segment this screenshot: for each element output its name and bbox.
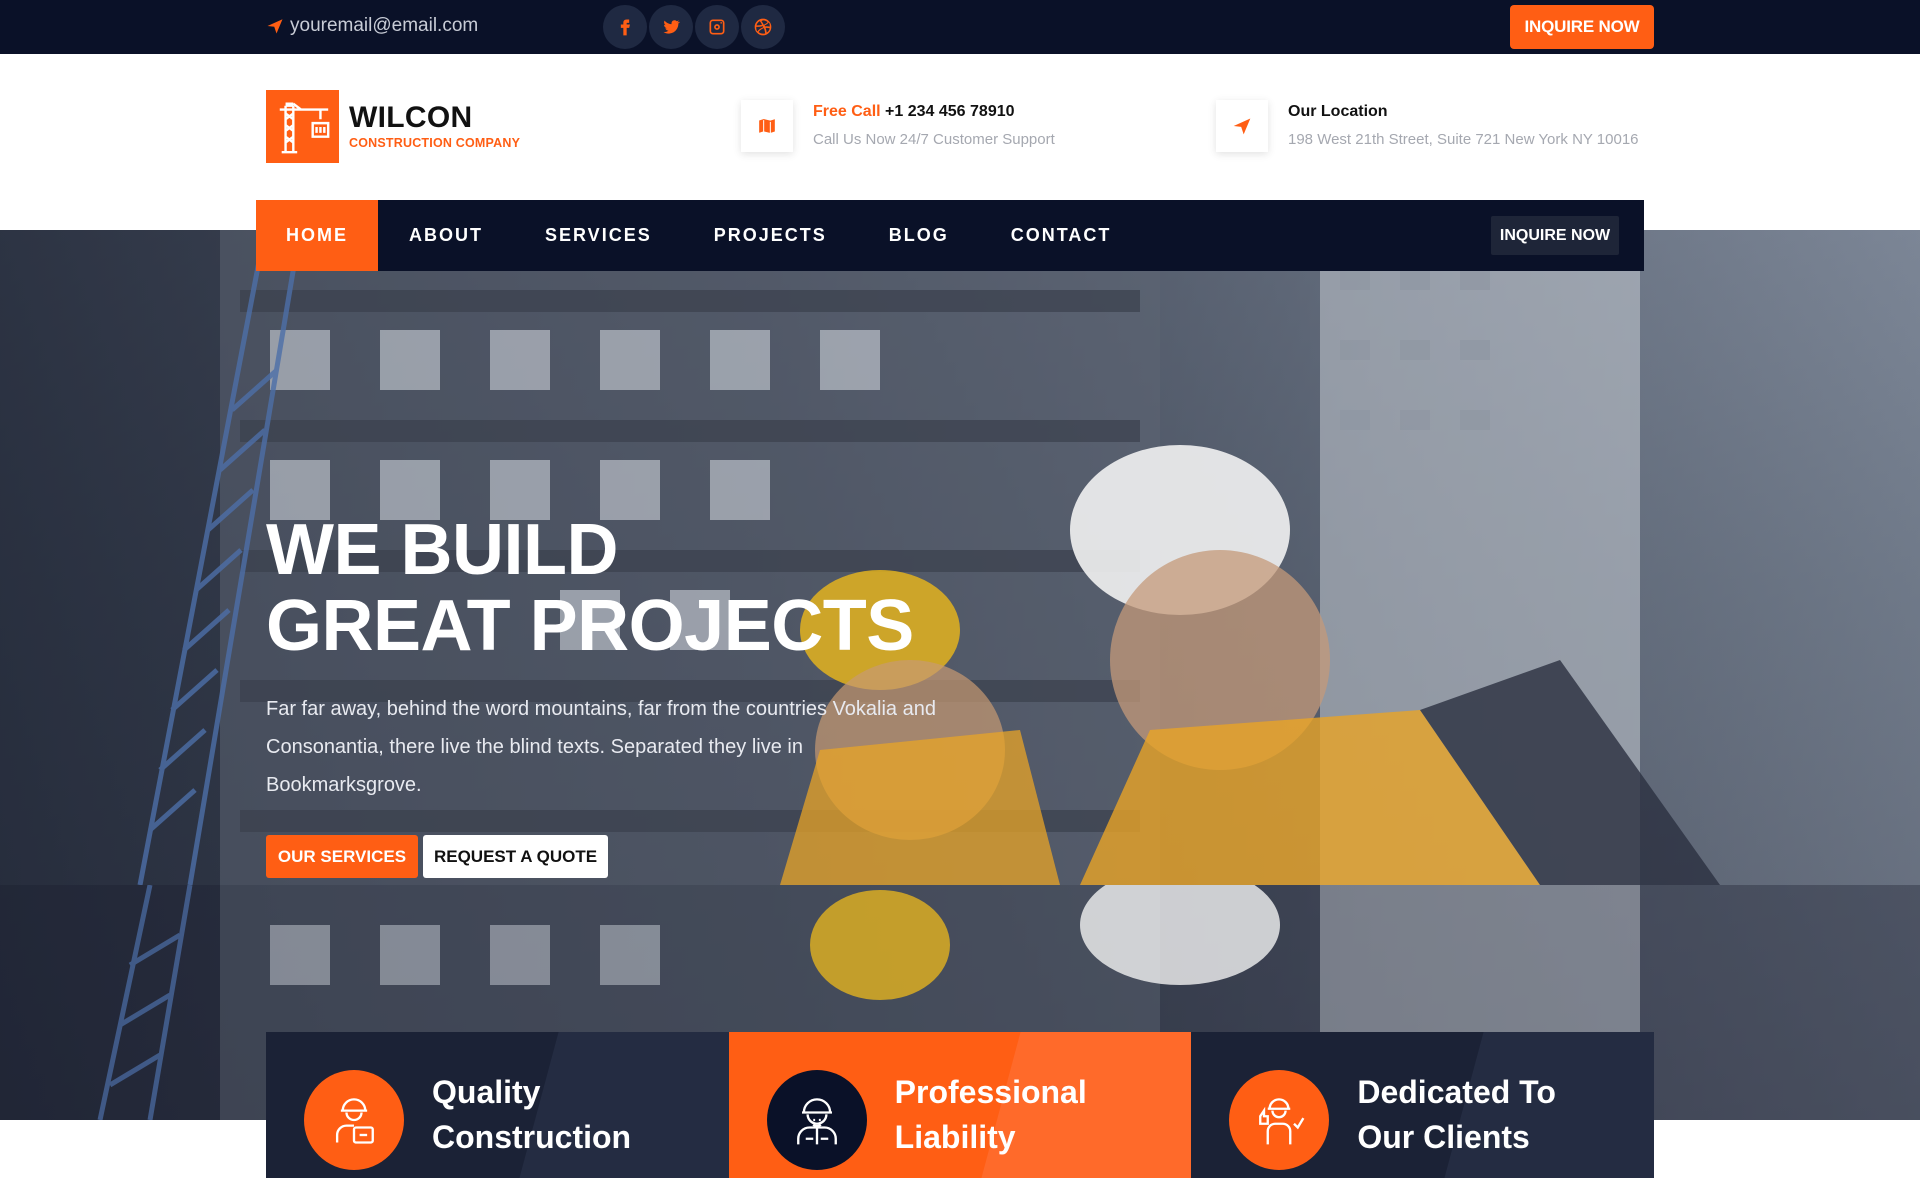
brand-tagline: CONSTRUCTION COMPANY (349, 136, 521, 150)
nav-inquire-button[interactable]: INQUIRE NOW (1491, 216, 1619, 255)
feature-card-liability[interactable]: Professional Liability (728, 1032, 1192, 1178)
feature-title: Quality Construction (432, 1074, 632, 1155)
phone-number[interactable]: +1 234 456 78910 (885, 103, 1014, 120)
worker-tools-icon (304, 1070, 404, 1170)
worker-thumbs-up-icon (1229, 1070, 1330, 1170)
nav-contact[interactable]: CONTACT (980, 200, 1143, 271)
top-inquire-button[interactable]: INQUIRE NOW (1510, 5, 1654, 49)
brand-name: WILCON (349, 101, 473, 134)
feature-card-quality[interactable]: Quality Construction (266, 1032, 729, 1178)
top-bar: youremail@email.com INQUIRE NOW (0, 0, 1920, 54)
twitter-icon[interactable] (649, 5, 693, 49)
paper-plane-icon (267, 19, 283, 34)
nav-home[interactable]: HOME (256, 200, 378, 271)
map-icon (741, 100, 793, 152)
hero-title-line2: GREAT PROJECTS (266, 586, 914, 666)
hero-title-line1: WE BUILD (266, 510, 618, 590)
social-links (603, 5, 785, 49)
location-title: Our Location (1288, 103, 1388, 120)
call-subtext: Call Us Now 24/7 Customer Support (813, 131, 1055, 148)
paper-plane-icon (1216, 100, 1268, 152)
email-link[interactable]: youremail@email.com (266, 15, 478, 37)
main-nav: HOME ABOUT SERVICES PROJECTS BLOG CONTAC… (256, 200, 1644, 271)
location-address: 198 West 21th Street, Suite 721 New York… (1288, 131, 1639, 148)
crane-icon (266, 90, 339, 163)
nav-projects[interactable]: PROJECTS (683, 200, 858, 271)
hero-title: WE BUILD GREAT PROJECTS (266, 512, 914, 664)
call-info: Free Call +1 234 456 78910 Call Us Now 2… (741, 100, 1055, 152)
feature-cards: Quality Construction Professional Liabil… (266, 1032, 1655, 1178)
worker-helmet-icon (766, 1070, 867, 1170)
location-info: Our Location 198 West 21th Street, Suite… (1216, 100, 1639, 152)
nav-services[interactable]: SERVICES (514, 200, 683, 271)
free-call-label: Free Call (813, 103, 881, 120)
feature-card-clients[interactable]: Dedicated To Our Clients (1191, 1032, 1655, 1178)
facebook-icon[interactable] (603, 5, 647, 49)
request-quote-button[interactable]: REQUEST A QUOTE (423, 835, 608, 878)
email-text: youremail@email.com (290, 15, 479, 36)
instagram-icon[interactable] (695, 5, 739, 49)
feature-title: Professional Liability (894, 1074, 1087, 1155)
feature-title: Dedicated To Our Clients (1357, 1074, 1556, 1155)
nav-about[interactable]: ABOUT (378, 200, 514, 271)
logo[interactable]: WILCON CONSTRUCTION COMPANY (266, 90, 520, 163)
dribbble-icon[interactable] (741, 5, 785, 49)
our-services-button[interactable]: OUR SERVICES (266, 835, 418, 878)
hero-section (0, 230, 1920, 1120)
nav-blog[interactable]: BLOG (858, 200, 980, 271)
hero-description: Far far away, behind the word mountains,… (266, 698, 936, 796)
